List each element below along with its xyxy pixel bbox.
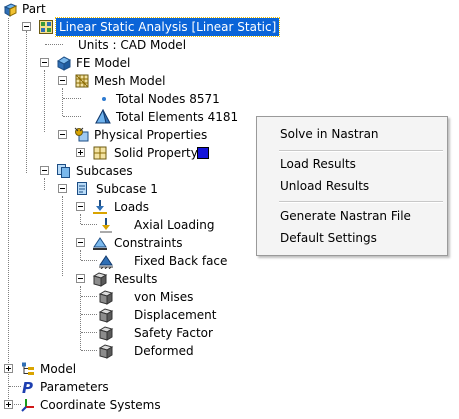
element-icon (95, 109, 111, 125)
tree-node-safety-factor[interactable]: Safety Factor (0, 324, 220, 342)
menu-item-generate-nastran-file[interactable]: Generate Nastran File (257, 206, 447, 226)
tree-node-subcases[interactable]: Subcases (0, 162, 133, 180)
tree-node-fixed-back-face[interactable]: Fixed Back face (0, 252, 227, 270)
tree-node-total-nodes[interactable]: Total Nodes 8571 (0, 90, 220, 108)
collapse-toggle[interactable] (76, 274, 85, 283)
tree-node-part[interactable]: Part (0, 0, 120, 18)
collapse-toggle[interactable] (76, 238, 85, 247)
model-icon (20, 361, 36, 377)
tree-node-loads[interactable]: Loads (0, 198, 150, 216)
tree-node-total-elements[interactable]: Total Elements 4181 (0, 108, 238, 126)
result-plot-icon (98, 325, 114, 341)
tree-node-model[interactable]: Model (0, 360, 100, 378)
node-label-loads: Loads (114, 200, 150, 214)
physical-properties-icon (74, 127, 90, 143)
node-label-model: Model (40, 362, 77, 376)
expand-toggle[interactable] (4, 364, 13, 373)
fe-model-icon (56, 55, 72, 71)
node-label-subcases: Subcases (76, 164, 133, 178)
tree-node-subcase-1[interactable]: Subcase 1 (0, 180, 160, 198)
node-label-subcase-1: Subcase 1 (96, 182, 158, 196)
tree-node-constraints[interactable]: Constraints (0, 234, 183, 252)
solid-property-color-swatch (197, 147, 209, 159)
tree-node-results[interactable]: Results (0, 270, 160, 288)
fixed-constraint-icon (98, 253, 114, 269)
axial-load-icon (98, 217, 114, 233)
node-label-coordinate-systems: Coordinate Systems (40, 398, 161, 412)
node-label-fe-model: FE Model (76, 56, 131, 70)
subcases-icon (56, 163, 72, 179)
tree-node-mesh-model[interactable]: Mesh Model (0, 72, 180, 90)
node-label-total-nodes: Total Nodes 8571 (116, 92, 220, 106)
subcase-icon (74, 181, 90, 197)
constraints-icon (92, 235, 108, 251)
node-label-safety-factor: Safety Factor (134, 326, 213, 340)
coordinate-systems-icon (20, 397, 36, 413)
node-label-deformed: Deformed (134, 344, 194, 358)
node-label-axial-loading: Axial Loading (134, 218, 215, 232)
svg-text:P: P (22, 379, 33, 395)
node-label-parameters: Parameters (40, 380, 109, 394)
tree-node-displacement[interactable]: Displacement (0, 306, 220, 324)
collapse-toggle[interactable] (40, 166, 49, 175)
node-label-fixed-back-face: Fixed Back face (134, 254, 228, 268)
tree-node-axial-loading[interactable]: Axial Loading (0, 216, 215, 234)
tree-node-fe-model[interactable]: FE Model (0, 54, 140, 72)
collapse-toggle[interactable] (40, 58, 49, 67)
node-label-physical-properties: Physical Properties (94, 128, 208, 142)
mesh-model-icon (74, 73, 90, 89)
node-label-analysis: Linear Static Analysis [Linear Static] (54, 17, 281, 37)
result-plot-icon (98, 289, 114, 305)
tree-node-von-mises[interactable]: von Mises (0, 288, 200, 306)
tree-node-units[interactable]: Units : CAD Model (0, 36, 200, 54)
tree-node-linear-static-analysis[interactable]: Linear Static Analysis [Linear Static] (0, 17, 281, 37)
tree-node-coordinate-systems[interactable]: Coordinate Systems (0, 396, 161, 414)
menu-separator (279, 150, 443, 152)
node-label-units: Units : CAD Model (78, 38, 187, 52)
solid-property-icon (92, 145, 108, 161)
node-point-icon (102, 97, 106, 101)
parameters-icon: P (20, 379, 36, 395)
tree-node-deformed[interactable]: Deformed (0, 342, 200, 360)
tree-node-parameters[interactable]: P Parameters (0, 378, 120, 396)
collapse-toggle[interactable] (22, 22, 31, 31)
collapse-toggle[interactable] (76, 202, 85, 211)
node-label-part: Part (22, 2, 46, 16)
part-icon (2, 1, 18, 17)
analysis-icon (38, 19, 54, 35)
menu-item-default-settings[interactable]: Default Settings (257, 228, 447, 248)
menu-item-load-results[interactable]: Load Results (257, 154, 447, 174)
menu-item-solve-in-nastran[interactable]: Solve in Nastran (257, 124, 447, 144)
collapse-toggle[interactable] (58, 130, 67, 139)
tree-node-solid-property[interactable]: Solid Property (0, 144, 215, 162)
node-label-von-mises: von Mises (134, 290, 194, 304)
menu-item-unload-results[interactable]: Unload Results (257, 176, 447, 196)
node-label-displacement: Displacement (134, 308, 217, 322)
results-icon (92, 271, 108, 287)
result-plot-icon (98, 343, 114, 359)
collapse-toggle[interactable] (58, 184, 67, 193)
node-label-solid-property: Solid Property (114, 146, 198, 160)
node-label-constraints: Constraints (114, 236, 183, 250)
expand-toggle[interactable] (76, 148, 85, 157)
node-label-total-elements: Total Elements 4181 (116, 110, 239, 124)
context-menu: Solve in Nastran Load Results Unload Res… (256, 116, 448, 256)
collapse-toggle[interactable] (58, 76, 67, 85)
node-label-mesh-model: Mesh Model (94, 74, 166, 88)
expand-toggle[interactable] (4, 400, 13, 409)
node-label-results: Results (114, 272, 158, 286)
menu-separator (279, 201, 443, 203)
result-plot-icon (98, 307, 114, 323)
loads-icon (92, 199, 108, 215)
tree-node-physical-properties[interactable]: Physical Properties (0, 126, 207, 144)
